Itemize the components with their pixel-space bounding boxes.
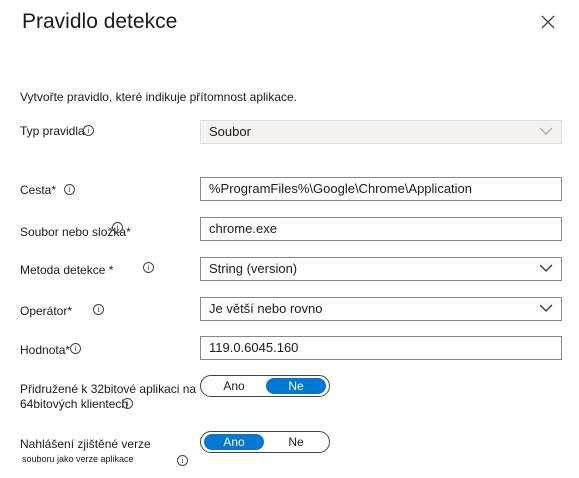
required-marker: * <box>105 263 114 277</box>
required-marker: * <box>126 225 131 239</box>
value-input[interactable]: 119.0.6045.160 <box>200 336 562 360</box>
chevron-down-icon <box>539 127 553 135</box>
required-marker: * <box>67 304 73 318</box>
info-icon[interactable]: i <box>93 304 104 315</box>
value-label-text: Hodnota <box>20 343 66 357</box>
bit32-option-no[interactable]: Ne <box>266 378 326 394</box>
path-value: %ProgramFiles%\Google\Chrome\Application <box>209 181 473 196</box>
panel-title: Pravidlo detekce <box>22 10 178 33</box>
info-icon[interactable]: i <box>177 455 188 466</box>
detection-method-select[interactable]: String (version) <box>200 257 562 281</box>
detection-method-value: String (version) <box>209 261 298 276</box>
path-label: Cesta* <box>20 183 56 197</box>
rule-type-value: Soubor <box>209 124 251 139</box>
value-label: Hodnota* <box>20 343 70 357</box>
path-input[interactable]: %ProgramFiles%\Google\Chrome\Application <box>200 177 562 201</box>
info-icon[interactable]: i <box>64 184 75 195</box>
panel-description: Vytvořte pravidlo, které indikuje přítom… <box>20 90 298 104</box>
bit32-toggle[interactable]: Ano Ne <box>200 375 330 397</box>
report-version-option-yes[interactable]: Ano <box>204 434 264 450</box>
operator-label-text: Operátor <box>20 304 68 318</box>
file-or-folder-value: chrome.exe <box>209 221 277 236</box>
info-icon[interactable]: i <box>143 262 154 273</box>
info-icon[interactable]: i <box>83 125 94 136</box>
info-icon[interactable]: i <box>70 343 81 354</box>
report-version-toggle[interactable]: Ano Ne <box>200 431 330 453</box>
bit32-label-line1: Přidružené k 32bitové aplikaci na <box>20 382 197 396</box>
rule-type-label: Typ pravidla <box>20 124 85 138</box>
path-label-text: Cesta <box>20 183 52 197</box>
operator-select[interactable]: Je větší nebo rovno <box>200 297 562 321</box>
report-version-option-no[interactable]: Ne <box>266 434 326 450</box>
close-icon[interactable] <box>538 12 558 32</box>
rule-type-label-text: Typ pravidla <box>20 124 85 138</box>
bit32-option-yes[interactable]: Ano <box>204 378 264 394</box>
rule-type-select: Soubor <box>200 120 562 144</box>
detection-method-label: Metoda detekce * <box>20 263 113 277</box>
operator-value: Je větší nebo rovno <box>209 301 323 316</box>
info-icon[interactable]: i <box>112 222 123 233</box>
chevron-down-icon <box>539 264 553 272</box>
report-version-label-line1: Nahlášení zjištěné verze <box>20 437 151 451</box>
report-version-label-line2: souboru jako verze aplikace <box>22 454 134 464</box>
required-marker: * <box>51 183 57 197</box>
file-or-folder-label-text: Soubor nebo složka <box>20 225 127 239</box>
bit32-label-line2: 64bitových klientech <box>20 397 129 411</box>
file-or-folder-input[interactable]: chrome.exe <box>200 217 562 241</box>
chevron-down-icon <box>539 304 553 312</box>
value-value: 119.0.6045.160 <box>209 340 299 355</box>
info-icon[interactable]: i <box>122 398 133 409</box>
detection-method-label-text: Metoda detekce <box>20 263 106 277</box>
operator-label: Operátor* <box>20 304 72 318</box>
